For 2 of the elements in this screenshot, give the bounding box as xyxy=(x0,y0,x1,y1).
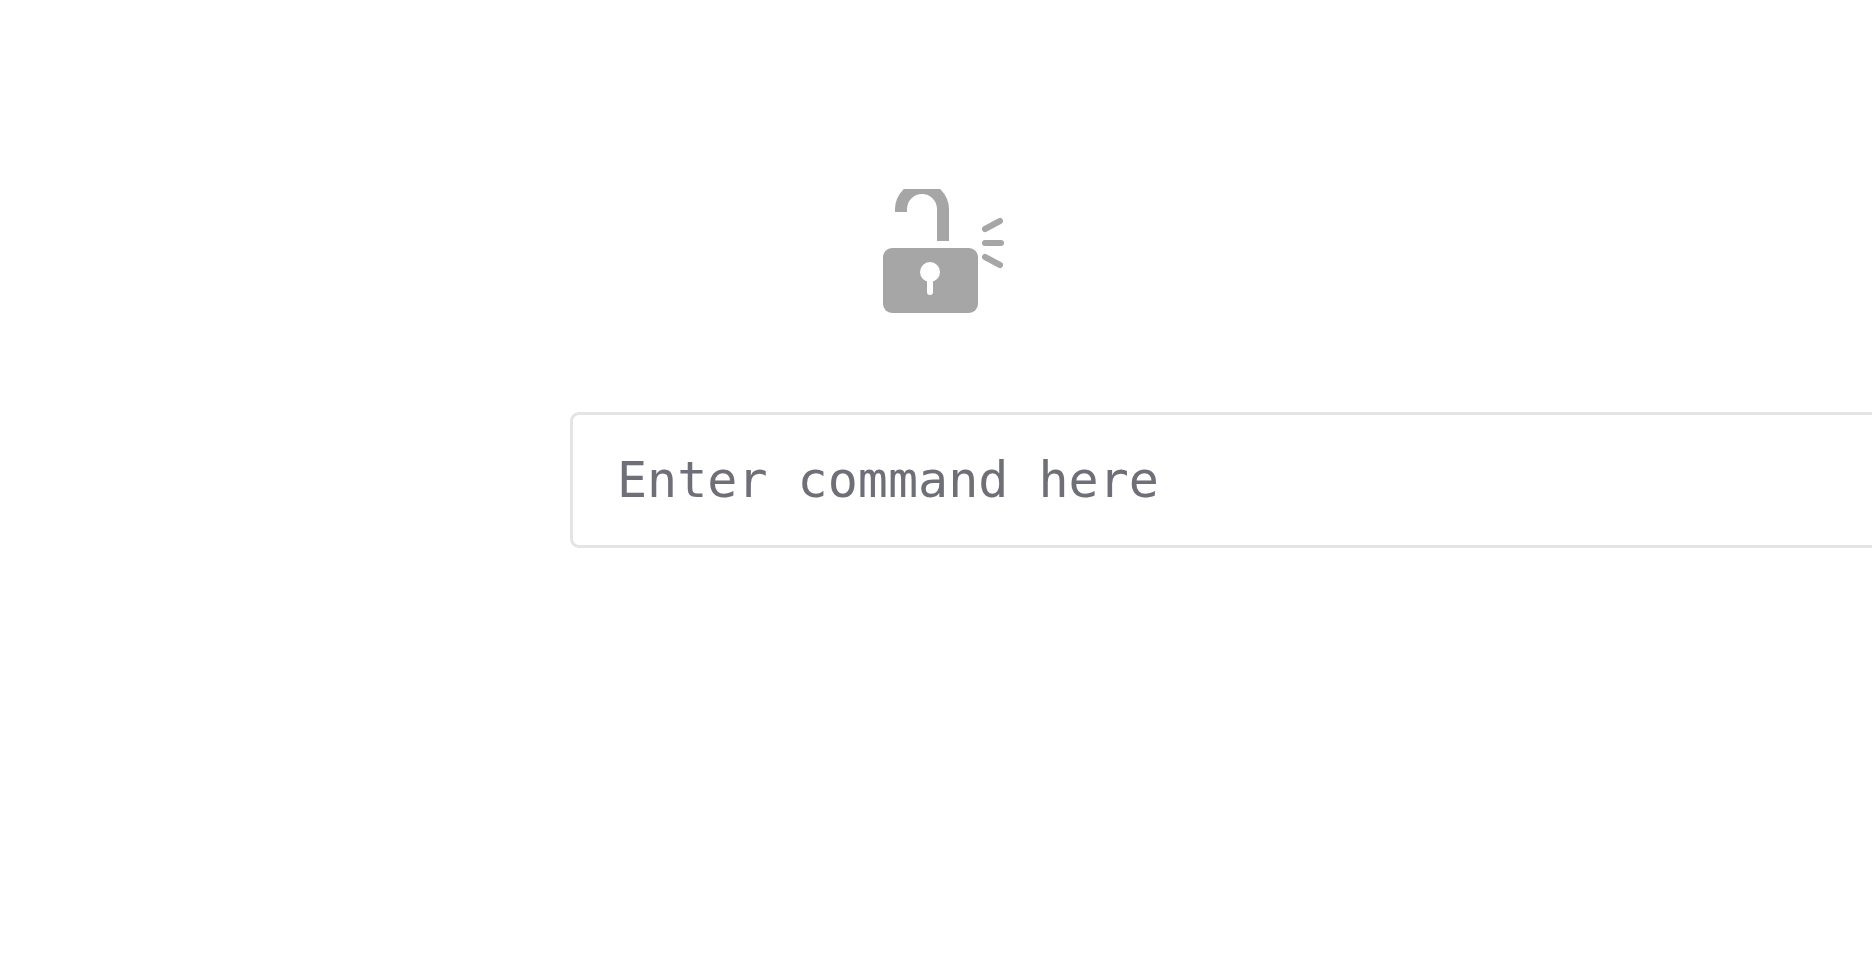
command-input-field[interactable]: Enter command here xyxy=(570,412,1872,548)
unlocked-padlock-icon xyxy=(883,189,1007,313)
